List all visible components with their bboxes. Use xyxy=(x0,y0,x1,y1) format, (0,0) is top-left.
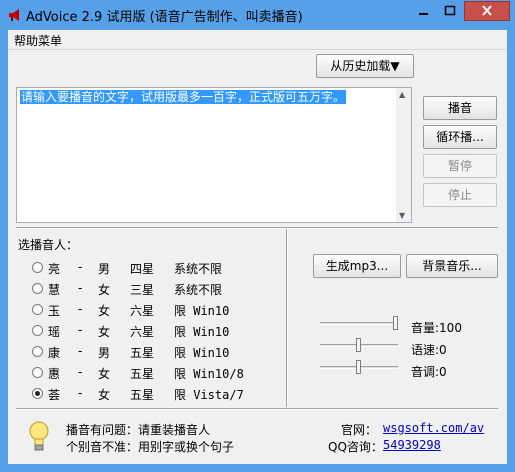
qq-label: QQ咨询： xyxy=(328,440,383,454)
speaker-gender: 女 xyxy=(98,325,111,339)
text-scrollbar[interactable]: ▲ ▼ xyxy=(396,88,411,222)
window-title: AdVoice 2.9 试用版 (语音广告制作、叫卖播音) xyxy=(26,10,303,25)
speed-label: 语速:0 xyxy=(411,343,447,357)
speaker-name: 瑶 xyxy=(48,325,61,339)
speaker-label: 选播音人： xyxy=(18,238,79,252)
title-bar[interactable]: AdVoice 2.9 试用版 (语音广告制作、叫卖播音) xyxy=(0,0,515,30)
speaker-gender: 女 xyxy=(98,367,111,381)
load-history-button[interactable]: 从历史加载▼ xyxy=(316,54,414,78)
speaker-option[interactable]: 亮 - 男 四星 系统不限 xyxy=(32,260,272,276)
speaker-dash: - xyxy=(78,281,83,295)
volume-label: 音量:100 xyxy=(411,321,462,335)
radio-selected-dot xyxy=(35,391,40,396)
speaker-note: 限 Win10 xyxy=(174,304,230,318)
background-music-button[interactable]: 背景音乐... xyxy=(406,254,498,278)
pitch-slider-thumb[interactable] xyxy=(356,360,361,374)
minimize-button[interactable] xyxy=(410,1,436,21)
loop-play-button[interactable]: 循环播... xyxy=(423,125,497,149)
speaker-option[interactable]: 荟 - 女 五星 限 Vista/7 xyxy=(32,386,272,402)
radio-button[interactable] xyxy=(32,388,43,399)
radio-button[interactable] xyxy=(32,304,43,315)
site-label: 官网： xyxy=(341,423,378,437)
speaker-gender: 女 xyxy=(98,283,111,297)
speech-text-input[interactable]: 请输入要播音的文字，试用版最多一百字，正式版可五万字。 ▲ ▼ xyxy=(16,87,412,223)
radio-button[interactable] xyxy=(32,346,43,357)
radio-button[interactable] xyxy=(32,325,43,336)
speaker-name: 玉 xyxy=(48,304,61,318)
speaker-option[interactable]: 康 - 男 五星 限 Win10 xyxy=(32,344,272,360)
speaker-note: 系统不限 xyxy=(174,283,223,297)
tip-line-1: 播音有问题：请重装播音人 xyxy=(66,423,211,437)
volume-slider-thumb[interactable] xyxy=(393,316,398,330)
speaker-option[interactable]: 玉 - 女 六星 限 Win10 xyxy=(32,302,272,318)
stop-button[interactable]: 停止 xyxy=(423,183,497,207)
play-button[interactable]: 播音 xyxy=(423,96,497,120)
speaker-stars: 五星 xyxy=(130,388,155,402)
menu-bar: 帮助菜单 xyxy=(8,30,507,50)
speaker-option[interactable]: 惠 - 女 五星 限 Win10/8 xyxy=(32,365,272,381)
speaker-gender: 男 xyxy=(98,346,111,360)
volume-slider-track[interactable] xyxy=(320,322,398,325)
speaker-dash: - xyxy=(78,386,83,400)
app-window: AdVoice 2.9 试用版 (语音广告制作、叫卖播音) 帮助菜单 从历史加载… xyxy=(0,0,515,472)
speaker-note: 限 Win10/8 xyxy=(174,367,244,381)
speaker-option[interactable]: 慧 - 女 三星 系统不限 xyxy=(32,281,272,297)
lightbulb-icon xyxy=(29,421,49,451)
divider-bottom xyxy=(16,408,498,410)
qq-link[interactable]: 54939298 xyxy=(383,438,441,452)
speaker-note: 限 Vista/7 xyxy=(174,388,244,402)
speaker-name: 荟 xyxy=(48,388,61,402)
speaker-name: 亮 xyxy=(48,262,61,276)
radio-button[interactable] xyxy=(32,283,43,294)
speaker-note: 系统不限 xyxy=(174,262,223,276)
speaker-stars: 三星 xyxy=(130,283,155,297)
radio-button[interactable] xyxy=(32,262,43,273)
speaker-dash: - xyxy=(78,365,83,379)
speaker-gender: 女 xyxy=(98,304,111,318)
maximize-button[interactable] xyxy=(437,1,463,21)
client-area: 帮助菜单 从历史加载▼ 请输入要播音的文字，试用版最多一百字，正式版可五万字。 … xyxy=(8,30,507,464)
speaker-dash: - xyxy=(78,260,83,274)
speaker-gender: 男 xyxy=(98,262,111,276)
speaker-name: 惠 xyxy=(48,367,61,381)
close-button[interactable] xyxy=(464,1,510,21)
speed-slider-thumb[interactable] xyxy=(356,338,361,352)
menu-help[interactable]: 帮助菜单 xyxy=(14,32,62,49)
selected-text: 请输入要播音的文字，试用版最多一百字，正式版可五万字。 xyxy=(20,90,347,104)
speaker-stars: 六星 xyxy=(130,304,155,318)
speaker-name: 康 xyxy=(48,346,61,360)
divider-horizontal xyxy=(16,227,498,229)
speaker-gender: 女 xyxy=(98,388,111,402)
radio-button[interactable] xyxy=(32,367,43,378)
close-icon xyxy=(482,5,492,16)
speaker-dash: - xyxy=(78,302,83,316)
speaker-dash: - xyxy=(78,323,83,337)
speaker-note: 限 Win10 xyxy=(174,325,230,339)
tip-line-2: 个别音不准：用别字或换个句子 xyxy=(66,440,235,454)
generate-mp3-button[interactable]: 生成mp3... xyxy=(313,254,401,278)
pause-button[interactable]: 暂停 xyxy=(423,154,497,178)
minimize-icon xyxy=(419,13,428,15)
speaker-note: 限 Win10 xyxy=(174,346,230,360)
site-link[interactable]: wsgsoft.com/av xyxy=(383,421,484,435)
pitch-label: 音调:0 xyxy=(411,365,447,379)
speaker-stars: 五星 xyxy=(130,346,155,360)
speaker-option[interactable]: 瑶 - 女 六星 限 Win10 xyxy=(32,323,272,339)
scroll-up-icon[interactable]: ▲ xyxy=(399,90,405,99)
megaphone-icon xyxy=(9,9,19,21)
speaker-name: 慧 xyxy=(48,283,61,297)
scroll-down-icon[interactable]: ▼ xyxy=(399,211,405,220)
maximize-icon xyxy=(444,5,456,16)
divider-vertical xyxy=(286,229,288,407)
speaker-stars: 四星 xyxy=(130,262,155,276)
speaker-stars: 五星 xyxy=(130,367,155,381)
speaker-dash: - xyxy=(78,344,83,358)
speaker-stars: 六星 xyxy=(130,325,155,339)
